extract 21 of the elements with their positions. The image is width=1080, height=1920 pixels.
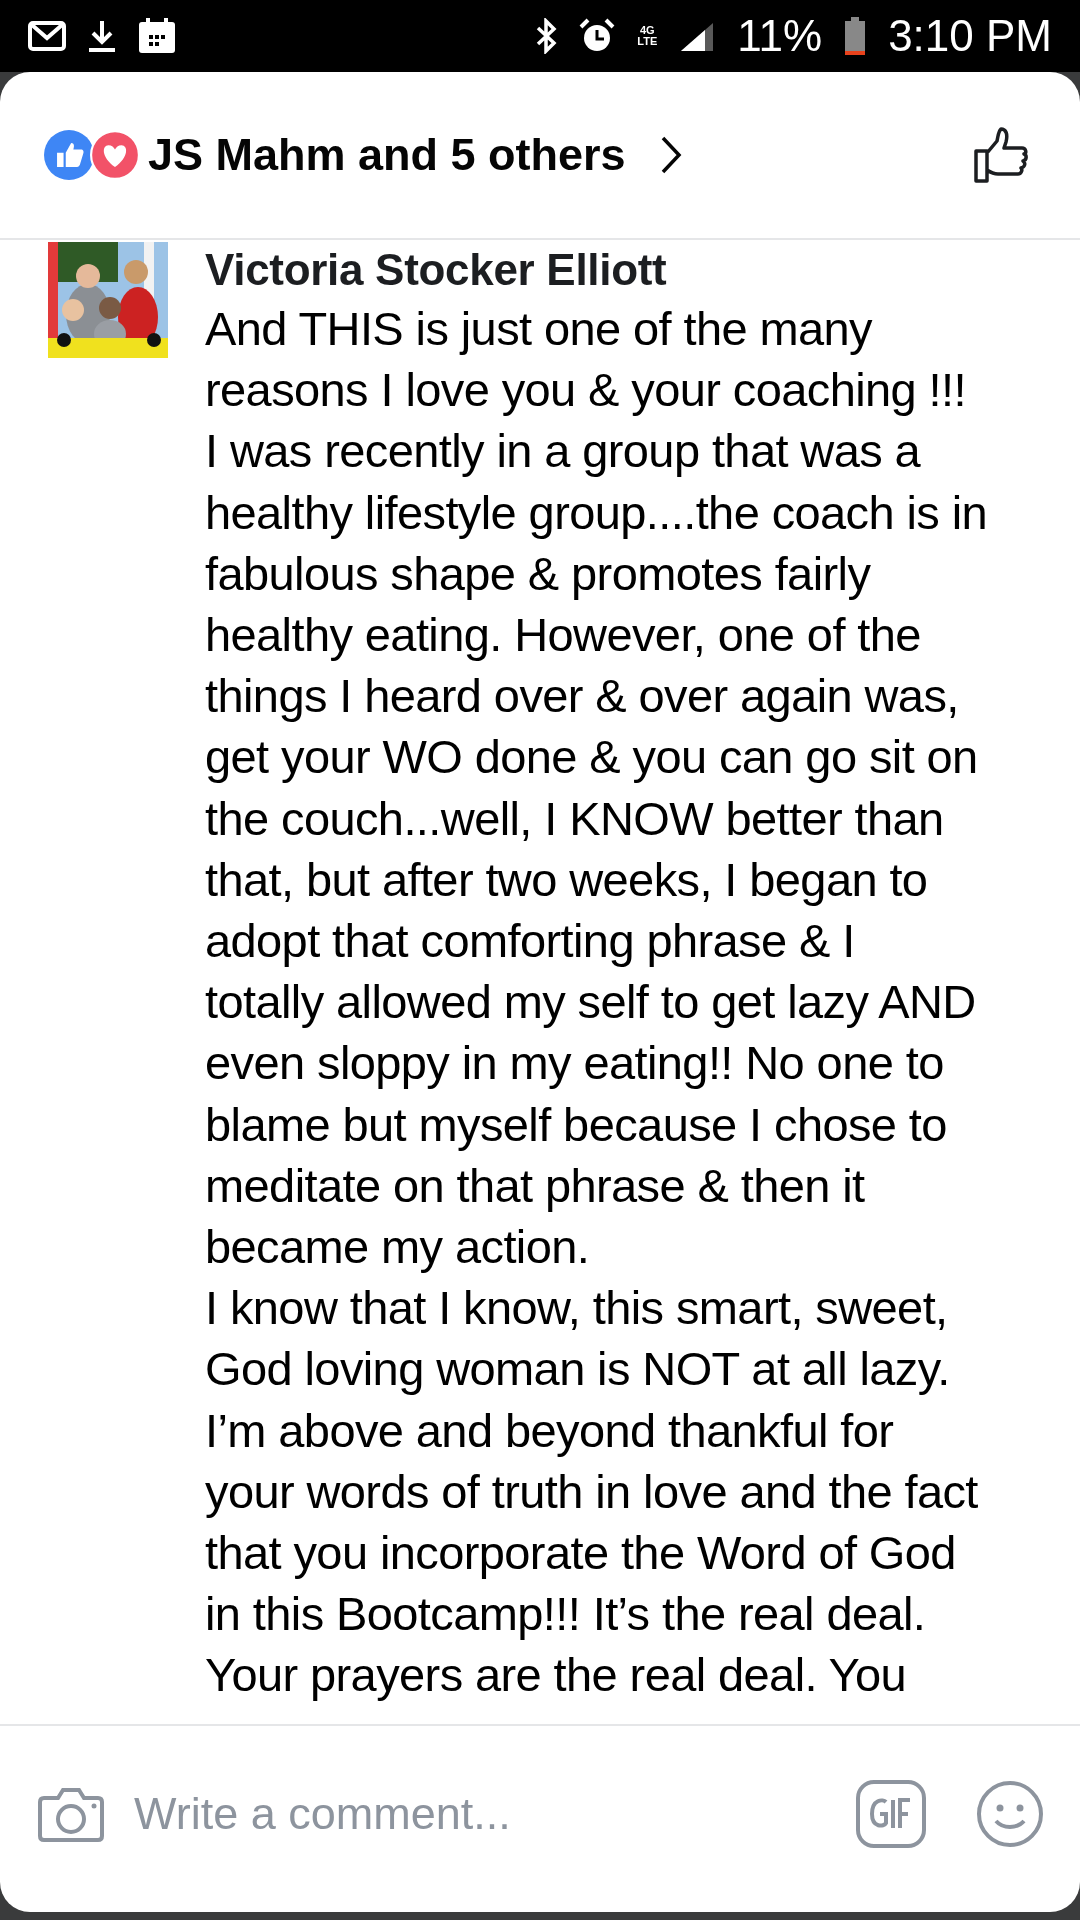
clock: 3:10 PM bbox=[888, 11, 1052, 61]
download-icon bbox=[88, 19, 116, 53]
battery-icon bbox=[844, 17, 867, 55]
emoji-icon[interactable] bbox=[976, 1780, 1044, 1848]
comment-paragraph: And THIS is just one of the many reasons I love you & your coaching !!! bbox=[205, 301, 967, 419]
reactions-link[interactable]: JS Mahm and 5 others bbox=[140, 129, 682, 181]
calendar-icon bbox=[138, 18, 176, 54]
signal-icon bbox=[679, 21, 716, 51]
bluetooth-icon bbox=[535, 18, 558, 54]
alarm-icon bbox=[579, 18, 616, 54]
like-reaction-icon bbox=[44, 130, 94, 180]
chevron-right-icon bbox=[659, 135, 682, 175]
love-reaction-icon bbox=[90, 130, 140, 180]
network-type: 4G LTE bbox=[637, 25, 658, 47]
comment-field[interactable]: Write a comment... bbox=[134, 1788, 828, 1840]
comment-paragraph: I was recently in a group that was a healthy lifestyle group....the coach is in fabulous shape & promotes fairly healthy eating. However, one of the things I heard over & over again was, get your WO done & you can go sit on the couch...well, I KNOW better than that, but after two weeks, I began to adopt that comforting phrase & I totally allowed my self to get lazy AND even sloppy in my eating!! No one to blame but myself because I chose to meditate on that phrase & then it became my action. bbox=[205, 423, 988, 1276]
gif-icon[interactable] bbox=[856, 1780, 926, 1848]
mail-icon bbox=[28, 21, 66, 51]
battery-percent: 11% bbox=[737, 11, 823, 61]
author-name[interactable]: Victoria Stocker Elliott bbox=[205, 242, 988, 298]
comment-paragraph: I know that I know, this smart, sweet, God loving woman is NOT at all lazy. I’m above and beyond thankful for your words of truth in love and the fact that you incorporate the Word of God in this Bootcamp!!! It’s the real deal. Your prayers are the real deal. You bbox=[205, 1280, 979, 1704]
